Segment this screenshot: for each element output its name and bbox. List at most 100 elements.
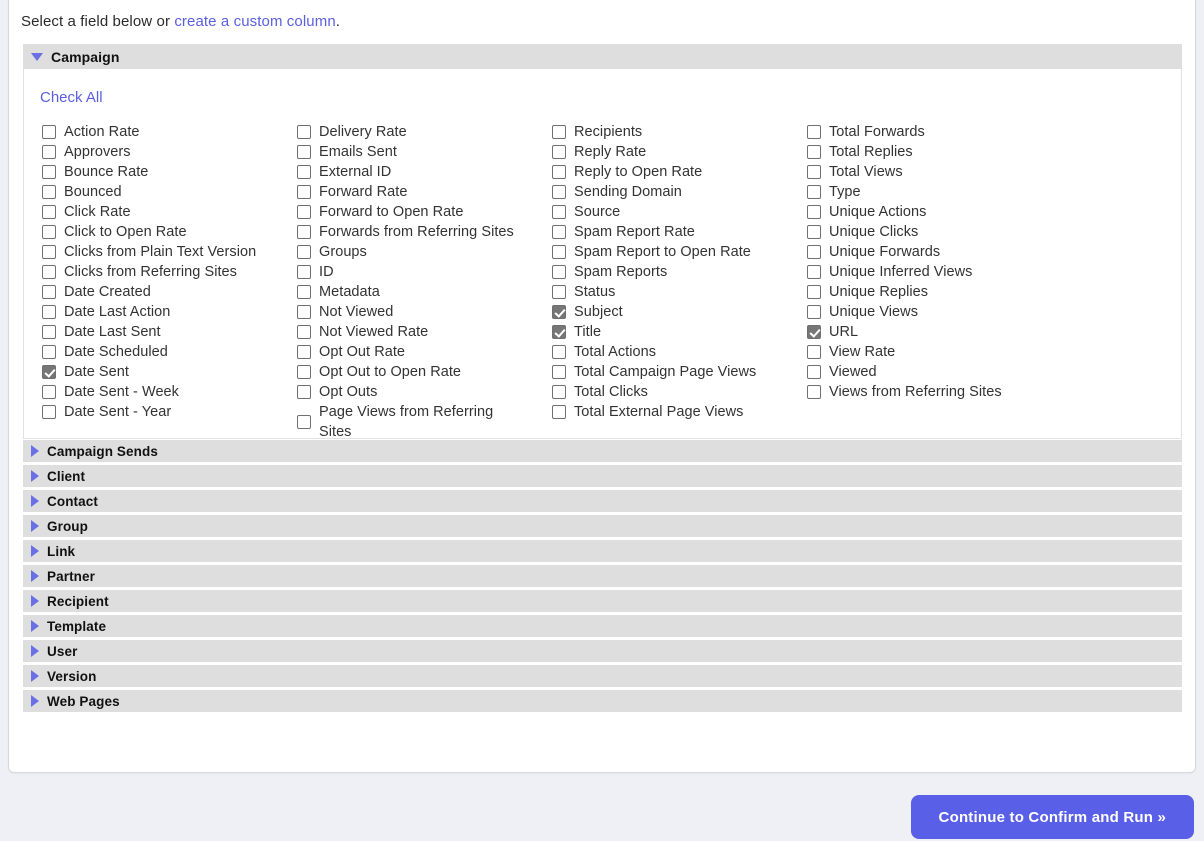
field-checkbox-row[interactable]: Source — [552, 202, 789, 222]
field-checkbox-row[interactable]: Unique Inferred Views — [807, 262, 1044, 282]
field-checkbox-row[interactable]: Forward Rate — [297, 182, 534, 202]
checkbox-icon[interactable] — [807, 385, 821, 399]
checkbox-icon[interactable] — [42, 345, 56, 359]
checkbox-icon[interactable] — [552, 145, 566, 159]
checkbox-icon[interactable] — [297, 165, 311, 179]
checkbox-icon[interactable] — [552, 265, 566, 279]
field-checkbox-row[interactable]: Not Viewed — [297, 302, 534, 322]
section-header-partner[interactable]: Partner — [23, 565, 1182, 587]
checkbox-icon[interactable] — [807, 305, 821, 319]
field-checkbox-row[interactable]: Unique Views — [807, 302, 1044, 322]
field-checkbox-row[interactable]: Spam Report Rate — [552, 222, 789, 242]
section-header-contact[interactable]: Contact — [23, 490, 1182, 512]
field-checkbox-row[interactable]: ID — [297, 262, 534, 282]
checkbox-icon[interactable] — [552, 245, 566, 259]
field-checkbox-row[interactable]: Total Clicks — [552, 382, 789, 402]
field-checkbox-row[interactable]: Forward to Open Rate — [297, 202, 534, 222]
field-checkbox-row[interactable]: Total Views — [807, 162, 1044, 182]
field-checkbox-row[interactable]: Unique Actions — [807, 202, 1044, 222]
checkbox-icon[interactable] — [42, 205, 56, 219]
field-checkbox-row[interactable]: Spam Reports — [552, 262, 789, 282]
checkbox-icon[interactable] — [42, 285, 56, 299]
checkbox-icon[interactable] — [552, 205, 566, 219]
field-checkbox-row[interactable]: Bounce Rate — [42, 162, 279, 182]
checkbox-icon[interactable] — [297, 385, 311, 399]
field-checkbox-row[interactable]: Date Last Sent — [42, 322, 279, 342]
field-checkbox-row[interactable]: Total Replies — [807, 142, 1044, 162]
checkbox-icon[interactable] — [297, 145, 311, 159]
field-checkbox-row[interactable]: Reply Rate — [552, 142, 789, 162]
checkbox-icon[interactable] — [297, 305, 311, 319]
field-checkbox-row[interactable]: Status — [552, 282, 789, 302]
field-checkbox-row[interactable]: Opt Outs — [297, 382, 534, 402]
checkbox-icon[interactable] — [552, 285, 566, 299]
field-checkbox-row[interactable]: Groups — [297, 242, 534, 262]
field-checkbox-row[interactable]: Title — [552, 322, 789, 342]
field-checkbox-row[interactable]: Unique Replies — [807, 282, 1044, 302]
field-checkbox-row[interactable]: External ID — [297, 162, 534, 182]
field-checkbox-row[interactable]: Forwards from Referring Sites — [297, 222, 534, 242]
field-checkbox-row[interactable]: Delivery Rate — [297, 122, 534, 142]
field-checkbox-row[interactable]: View Rate — [807, 342, 1044, 362]
field-checkbox-row[interactable]: Date Last Action — [42, 302, 279, 322]
section-header-link[interactable]: Link — [23, 540, 1182, 562]
field-checkbox-row[interactable]: Date Sent — [42, 362, 279, 382]
checkbox-icon[interactable] — [807, 345, 821, 359]
field-checkbox-row[interactable]: Click to Open Rate — [42, 222, 279, 242]
checkbox-icon[interactable] — [297, 325, 311, 339]
checkbox-checked-icon[interactable] — [807, 325, 821, 339]
field-checkbox-row[interactable]: Unique Forwards — [807, 242, 1044, 262]
continue-to-confirm-and-run-button[interactable]: Continue to Confirm and Run » — [910, 795, 1194, 839]
checkbox-icon[interactable] — [42, 225, 56, 239]
field-checkbox-row[interactable]: Click Rate — [42, 202, 279, 222]
field-checkbox-row[interactable]: Total Forwards — [807, 122, 1044, 142]
checkbox-icon[interactable] — [42, 325, 56, 339]
checkbox-icon[interactable] — [42, 245, 56, 259]
field-checkbox-row[interactable]: Sending Domain — [552, 182, 789, 202]
section-header-version[interactable]: Version — [23, 665, 1182, 687]
section-header-template[interactable]: Template — [23, 615, 1182, 637]
checkbox-icon[interactable] — [297, 365, 311, 379]
field-checkbox-row[interactable]: Page Views from Referring Sites — [297, 402, 534, 442]
section-header-campaign[interactable]: Campaign — [23, 44, 1182, 69]
field-checkbox-row[interactable]: Emails Sent — [297, 142, 534, 162]
checkbox-icon[interactable] — [42, 385, 56, 399]
section-header-group[interactable]: Group — [23, 515, 1182, 537]
checkbox-icon[interactable] — [807, 145, 821, 159]
checkbox-icon[interactable] — [552, 165, 566, 179]
checkbox-icon[interactable] — [297, 265, 311, 279]
section-header-recipient[interactable]: Recipient — [23, 590, 1182, 612]
checkbox-icon[interactable] — [42, 265, 56, 279]
checkbox-icon[interactable] — [552, 225, 566, 239]
checkbox-icon[interactable] — [552, 345, 566, 359]
field-checkbox-row[interactable]: Views from Referring Sites — [807, 382, 1044, 402]
checkbox-checked-icon[interactable] — [552, 305, 566, 319]
checkbox-icon[interactable] — [807, 225, 821, 239]
field-checkbox-row[interactable]: Recipients — [552, 122, 789, 142]
checkbox-icon[interactable] — [807, 185, 821, 199]
field-checkbox-row[interactable]: Viewed — [807, 362, 1044, 382]
field-checkbox-row[interactable]: Action Rate — [42, 122, 279, 142]
check-all-link[interactable]: Check All — [40, 89, 103, 106]
field-checkbox-row[interactable]: Opt Out to Open Rate — [297, 362, 534, 382]
field-checkbox-row[interactable]: Approvers — [42, 142, 279, 162]
checkbox-icon[interactable] — [807, 205, 821, 219]
field-checkbox-row[interactable]: Spam Report to Open Rate — [552, 242, 789, 262]
checkbox-icon[interactable] — [807, 125, 821, 139]
checkbox-icon[interactable] — [297, 205, 311, 219]
field-checkbox-row[interactable]: Type — [807, 182, 1044, 202]
section-header-user[interactable]: User — [23, 640, 1182, 662]
checkbox-icon[interactable] — [297, 345, 311, 359]
field-checkbox-row[interactable]: Unique Clicks — [807, 222, 1044, 242]
checkbox-icon[interactable] — [552, 365, 566, 379]
checkbox-icon[interactable] — [42, 305, 56, 319]
section-header-client[interactable]: Client — [23, 465, 1182, 487]
checkbox-icon[interactable] — [42, 125, 56, 139]
field-checkbox-row[interactable]: Metadata — [297, 282, 534, 302]
checkbox-icon[interactable] — [807, 265, 821, 279]
field-checkbox-row[interactable]: Not Viewed Rate — [297, 322, 534, 342]
field-checkbox-row[interactable]: URL — [807, 322, 1044, 342]
checkbox-icon[interactable] — [552, 185, 566, 199]
field-checkbox-row[interactable]: Date Created — [42, 282, 279, 302]
checkbox-icon[interactable] — [297, 415, 311, 429]
